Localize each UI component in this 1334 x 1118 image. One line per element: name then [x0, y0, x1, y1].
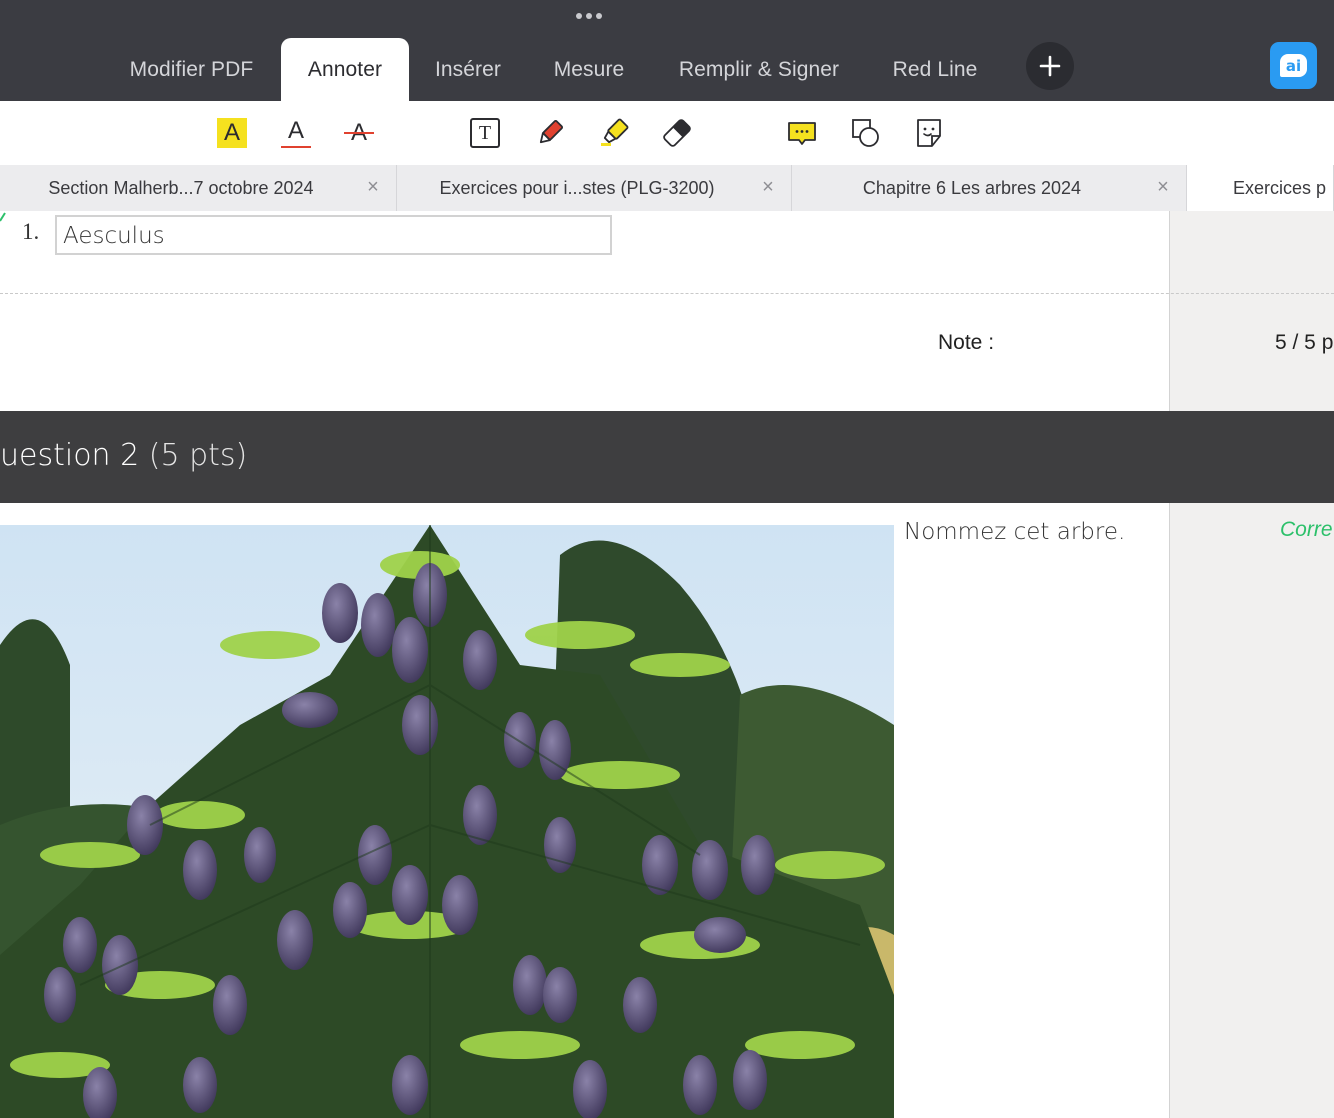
tab-red-line[interactable]: Red Line [878, 38, 992, 101]
answer-field[interactable]: Aesculus [55, 215, 612, 255]
sticker-icon [917, 119, 941, 147]
add-tab-button[interactable] [1026, 42, 1074, 90]
highlight-text-icon: A [217, 118, 247, 148]
document-tab-bar: Section Malherb...7 octobre 2024 × Exerc… [0, 165, 1334, 212]
question-prompt: Nommez cet arbre. [904, 519, 1126, 545]
eraser-icon [663, 119, 691, 147]
annotation-toolbar: A A A T [0, 101, 1334, 165]
divider [0, 293, 1334, 294]
tab-remplir-signer[interactable]: Remplir & Signer [660, 38, 858, 101]
comment-icon [788, 122, 816, 145]
note-label: Note : [938, 331, 995, 354]
strikethrough-text-icon: A [344, 118, 374, 148]
question-points: (5 pts) [148, 438, 248, 473]
strikethrough-text-button[interactable]: A [339, 113, 379, 153]
doc-tab-exercices-active[interactable]: Exercices p [1187, 165, 1334, 211]
top-menu-bar: Modifier PDF Annoter Insérer Mesure Remp… [0, 0, 1334, 101]
underline-letter: A [287, 117, 304, 144]
text-box-letter: T [478, 122, 492, 144]
question-header: uestion 2 (5 pts) [0, 411, 1334, 503]
doc-tab-section-malherbe[interactable]: Section Malherb...7 octobre 2024 × [0, 165, 397, 211]
shapes-icon [852, 119, 879, 147]
close-icon[interactable]: × [758, 177, 778, 197]
tab-mesure[interactable]: Mesure [538, 38, 640, 101]
doc-tab-title: Exercices pour i...stes (PLG-3200) [439, 177, 715, 198]
doc-tab-title: Chapitre 6 Les arbres 2024 [862, 177, 1082, 198]
text-box-button[interactable]: T [465, 113, 505, 153]
underline-text-icon: A [281, 116, 311, 150]
doc-tab-exercices-plg[interactable]: Exercices pour i...stes (PLG-3200) × [397, 165, 792, 211]
shapes-button[interactable] [845, 113, 885, 153]
sticker-button[interactable] [909, 113, 949, 153]
highlight-letter: A [223, 119, 240, 146]
feedback-label: Corre [1280, 518, 1333, 541]
comment-button[interactable] [782, 113, 822, 153]
close-icon[interactable]: × [363, 177, 383, 197]
highlighter-button[interactable] [594, 113, 634, 153]
close-icon[interactable]: × [1153, 177, 1173, 197]
text-box-icon: T [470, 118, 500, 148]
check-icon [0, 212, 6, 222]
doc-tab-title: Exercices p [1233, 177, 1327, 198]
tab-inserer[interactable]: Insérer [418, 38, 518, 101]
tab-annoter[interactable]: Annoter [281, 38, 409, 101]
note-value: 5 / 5 p [1275, 331, 1334, 354]
tree-photo [0, 525, 894, 1118]
underline-text-button[interactable]: A [276, 113, 316, 153]
ai-assistant-button[interactable]: ai [1270, 42, 1317, 89]
highlighter-icon [601, 118, 629, 146]
doc-tab-chapitre-6[interactable]: Chapitre 6 Les arbres 2024 × [792, 165, 1187, 211]
ai-label: ai [1280, 54, 1307, 77]
plus-icon [1039, 55, 1061, 77]
eraser-button[interactable] [657, 113, 697, 153]
doc-tab-title: Section Malherb...7 octobre 2024 [48, 177, 314, 198]
question-title: uestion 2 (5 pts) [0, 438, 247, 473]
question-title-text: uestion 2 [0, 438, 140, 473]
pen-icon [539, 119, 564, 144]
window-grabber-icon[interactable] [576, 13, 602, 19]
pen-button[interactable] [530, 113, 570, 153]
highlight-text-button[interactable]: A [212, 113, 252, 153]
pdf-document-view[interactable]: 1. Aesculus Note : 5 / 5 p uestion 2 (5 … [0, 211, 1334, 1118]
tab-modifier-pdf[interactable]: Modifier PDF [112, 38, 271, 101]
answer-number: 1. [22, 219, 40, 244]
